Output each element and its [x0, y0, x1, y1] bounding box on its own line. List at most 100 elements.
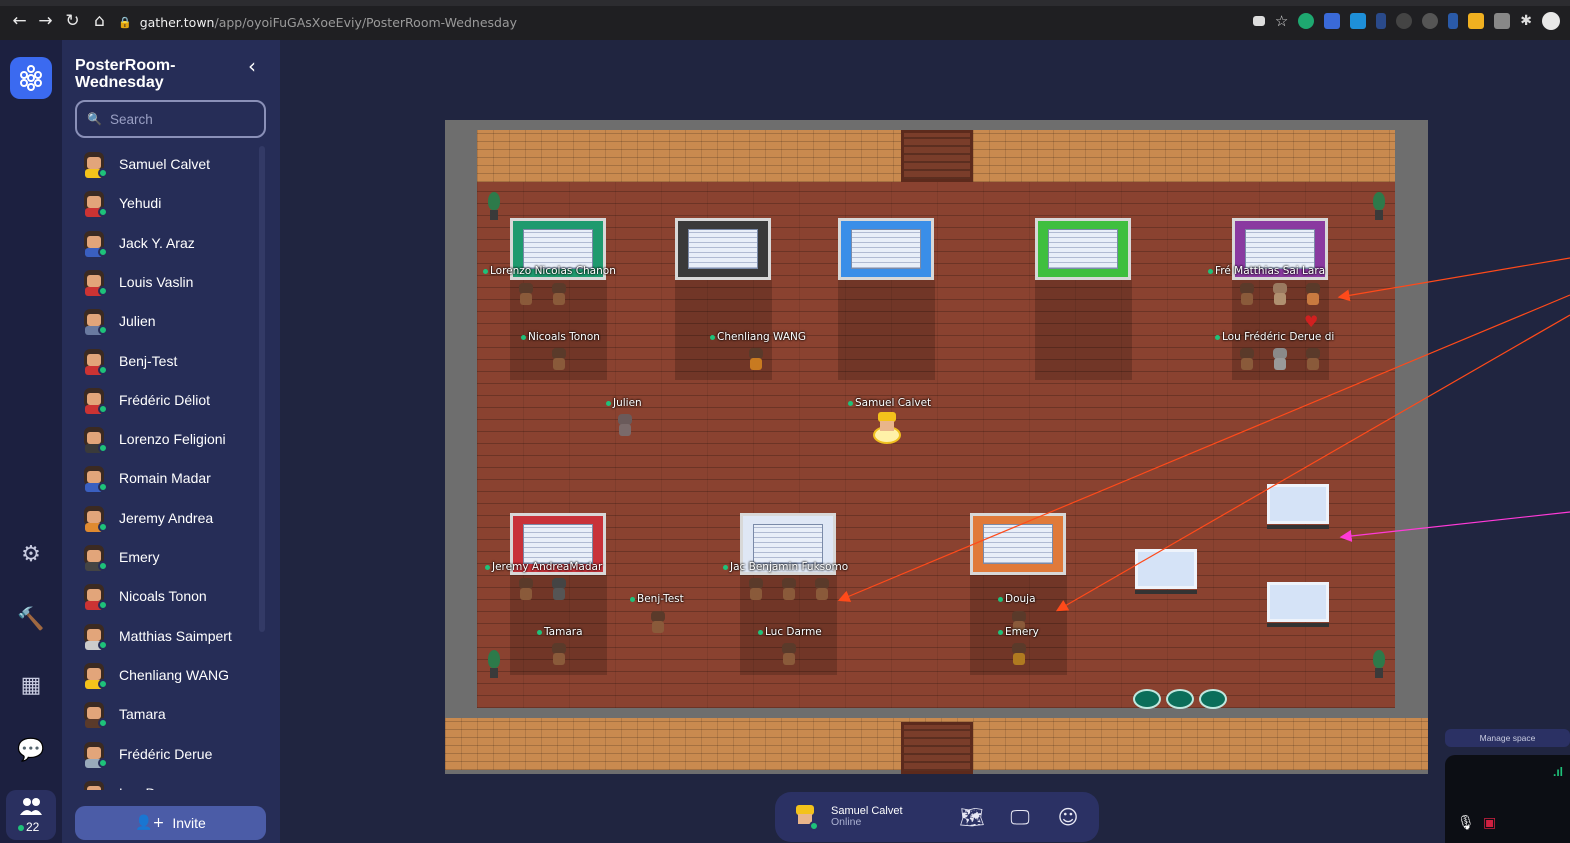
participants-button[interactable]: 22 — [6, 790, 56, 840]
extension-power-icon[interactable] — [1422, 13, 1439, 29]
participant-item[interactable]: Louis Vaslin — [80, 266, 193, 298]
online-status-dot — [98, 521, 108, 532]
tab-strip — [0, 0, 1570, 6]
signal-strength-icon: .ıl — [1553, 765, 1564, 779]
participant-item[interactable]: Tamara — [80, 698, 166, 730]
online-status-dot — [98, 678, 108, 689]
participant-item[interactable]: Nicoals Tonon — [80, 580, 207, 612]
participant-name: Jack Y. Araz — [119, 234, 195, 251]
participant-list-scrollbar[interactable] — [259, 146, 265, 632]
participant-name: Tamara — [119, 706, 166, 723]
extension-gray-icon[interactable] — [1494, 13, 1511, 29]
browser-toolbar: ← → ↻ ⌂ 🔒 gather.town/app/oyoiFuGAsXoeEv… — [0, 0, 1570, 40]
gather-logo-icon[interactable] — [10, 57, 52, 99]
lock-icon: 🔒 — [118, 15, 132, 29]
self-video-tile[interactable]: .ıl 🎙 ▣ — [1445, 755, 1570, 843]
profile-avatar-icon[interactable] — [1542, 12, 1560, 30]
online-status-dot — [98, 325, 108, 336]
home-icon[interactable]: ⌂ — [86, 11, 113, 31]
build-tool-icon[interactable]: 🔨 — [17, 606, 45, 634]
extensions-puzzle-icon[interactable]: ✱ — [1520, 13, 1532, 29]
avatar — [80, 347, 108, 375]
online-status-dot — [98, 285, 108, 296]
extension-green-icon[interactable] — [1298, 13, 1315, 29]
extension-mask-icon[interactable] — [1396, 13, 1413, 29]
chat-icon[interactable]: 💬 — [17, 737, 45, 765]
participant-name: Luc Darme — [119, 785, 187, 790]
my-avatar-thumb[interactable] — [793, 803, 819, 831]
space-title: PosterRoom-Wednesday — [75, 57, 176, 91]
url-host: gather.town — [139, 14, 215, 30]
extension-yellow-icon[interactable] — [1468, 13, 1485, 29]
avatar — [80, 740, 108, 768]
extension-blue-icon[interactable] — [1324, 13, 1341, 29]
extension-feather-icon[interactable] — [1376, 13, 1387, 29]
participant-item[interactable]: Romain Madar — [80, 462, 211, 494]
camera-off-icon[interactable]: ▣ — [1483, 815, 1496, 831]
participant-list: Samuel Calvet Yehudi Jack Y. Araz Louis Vas… — [62, 146, 280, 790]
map-icon[interactable]: 🗺 — [959, 804, 985, 830]
participant-name: Chenliang WANG — [119, 666, 229, 683]
my-status[interactable]: Online — [831, 816, 861, 828]
screen-share-icon[interactable]: 🖵 — [1007, 804, 1033, 830]
settings-icon[interactable]: ⚙ — [17, 541, 45, 569]
reload-icon[interactable]: ↻ — [59, 11, 86, 31]
participant-item[interactable]: Julien — [80, 305, 156, 337]
online-status-dot — [98, 718, 108, 729]
search-input[interactable]: 🔍 Search — [75, 100, 266, 138]
game-viewport[interactable]: ♥ Lorenzo Nicolas Chanon Nicoals Tonon C… — [280, 40, 1570, 843]
camera-indicator-icon[interactable] — [1252, 16, 1265, 26]
collapse-sidebar-icon[interactable]: ‹ — [248, 54, 256, 78]
participant-item[interactable]: Matthias Saimpert — [80, 620, 232, 652]
participant-name: Jeremy Andrea — [119, 509, 214, 526]
avatar — [80, 582, 108, 611]
participant-item[interactable]: Frédéric Derue — [80, 738, 212, 770]
search-placeholder: Search — [109, 111, 153, 127]
participant-item[interactable]: Yehudi — [80, 187, 161, 219]
participant-item[interactable]: Luc Darme — [80, 777, 187, 790]
extension-skype-icon[interactable] — [1350, 13, 1367, 29]
participant-name: Frédéric Derue — [119, 745, 213, 762]
participant-name: Nicoals Tonon — [119, 588, 207, 605]
participant-item[interactable]: Lorenzo Feligioni — [80, 423, 226, 455]
emoji-icon[interactable]: ☺ — [1055, 804, 1081, 830]
participant-item[interactable]: Benj-Test — [80, 345, 177, 377]
online-status-dot — [98, 639, 108, 650]
avatar — [80, 229, 108, 257]
avatar — [80, 661, 108, 689]
avatar — [80, 307, 108, 336]
address-bar[interactable]: 🔒 gather.town/app/oyoiFuGAsXoeEviy/Poste… — [118, 10, 517, 34]
extension-icons: ☆ ✱ — [1252, 12, 1560, 30]
url-path: /app/oyoiFuGAsXoeEviy/PosterRoom-Wednesd… — [214, 14, 518, 30]
participant-item[interactable]: Jeremy Andrea — [80, 502, 213, 534]
participant-item[interactable]: Frédéric Déliot — [80, 384, 210, 416]
participant-count: 22 — [18, 820, 39, 834]
participant-name: Frédéric Déliot — [119, 391, 211, 408]
manage-space-button[interactable]: Manage space — [1445, 729, 1570, 747]
online-status-dot — [98, 168, 108, 178]
participants-icon — [20, 798, 42, 815]
bookmark-star-icon[interactable]: ☆ — [1275, 12, 1288, 30]
participant-item[interactable]: Samuel Calvet — [80, 148, 210, 180]
participant-name: Lorenzo Feligioni — [119, 431, 226, 448]
participant-name: Matthias Saimpert — [119, 627, 232, 644]
calendar-icon[interactable]: ▦ — [17, 672, 45, 700]
avatar — [80, 622, 108, 650]
extension-drop-icon[interactable] — [1448, 13, 1459, 29]
participant-item[interactable]: Chenliang WANG — [80, 659, 229, 691]
microphone-icon[interactable]: 🎙 — [1457, 815, 1475, 831]
participant-item[interactable]: Emery — [80, 541, 159, 573]
add-user-icon: 👤+ — [135, 815, 165, 831]
back-icon[interactable]: ← — [6, 11, 33, 31]
forward-icon[interactable]: → — [32, 11, 59, 31]
participants-sidebar: PosterRoom-Wednesday ‹ 🔍 Search Samuel C… — [62, 40, 280, 843]
participant-item[interactable]: Jack Y. Araz — [80, 227, 195, 259]
avatar — [80, 189, 108, 218]
annotation-arrows — [837, 257, 1570, 612]
search-icon: 🔍 — [87, 112, 102, 126]
avatar — [80, 425, 108, 454]
invite-button[interactable]: 👤+ Invite — [75, 806, 266, 840]
avatar — [80, 543, 108, 571]
participant-name: Samuel Calvet — [119, 156, 211, 172]
online-status-dot — [98, 246, 108, 257]
